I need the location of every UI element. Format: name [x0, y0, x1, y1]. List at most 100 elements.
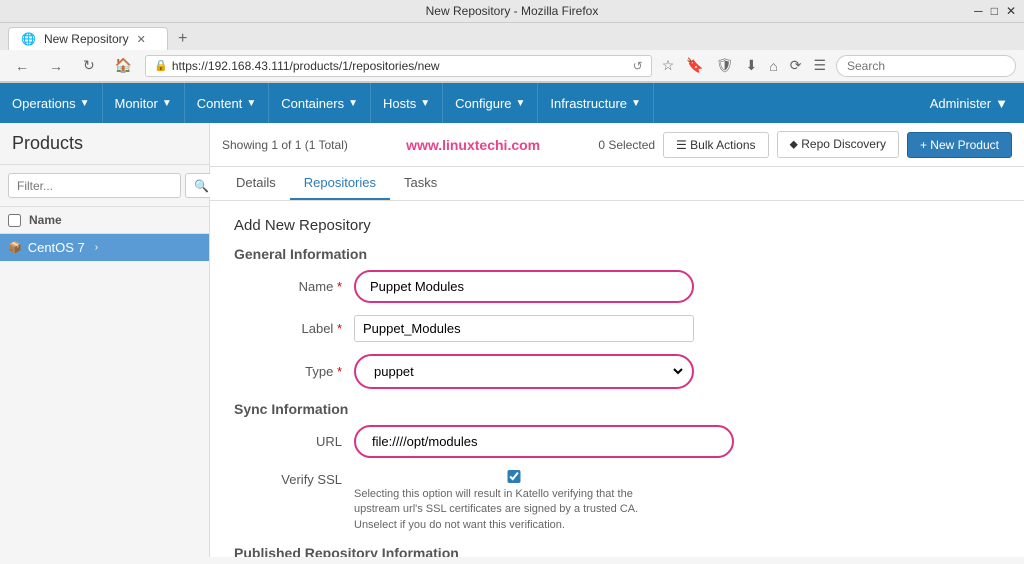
product-list-item[interactable]: 📦 CentOS 7 ›	[0, 234, 209, 261]
nav-item-operations[interactable]: Operations ▼	[0, 83, 103, 123]
add-repo-title: Add New Repository	[234, 217, 1000, 234]
minimize-btn[interactable]: ─	[974, 4, 983, 18]
caret-hosts: ▼	[420, 98, 430, 109]
repo-discovery-button[interactable]: ⬥ Repo Discovery	[777, 131, 899, 158]
repo-discovery-label: Repo Discovery	[801, 137, 886, 151]
selected-count: 0 Selected	[598, 138, 655, 152]
type-select[interactable]: yum puppet docker ostree file	[362, 358, 686, 385]
url-bar-container: 🔒 ↺	[145, 55, 652, 77]
tab-tasks[interactable]: Tasks	[390, 167, 451, 200]
browser-tab[interactable]: 🌐 New Repository ✕	[8, 27, 168, 50]
url-input[interactable]	[364, 429, 704, 454]
verify-ssl-row: Verify SSL Selecting this option will re…	[234, 470, 1000, 533]
nav-item-administer[interactable]: Administer ▼	[914, 96, 1024, 111]
caret-content: ▼	[246, 98, 256, 109]
nav-label-containers: Containers	[281, 96, 344, 111]
app-nav-left: Operations ▼ Monitor ▼ Content ▼ Contain…	[0, 83, 654, 123]
verify-ssl-checkbox[interactable]	[354, 470, 674, 483]
nav-item-content[interactable]: Content ▼	[185, 83, 269, 123]
home-button[interactable]: 🏠	[108, 54, 139, 77]
form-area: Add New Repository General Information N…	[210, 201, 1024, 557]
bookmark-star-icon[interactable]: ☆	[658, 55, 679, 76]
name-form-group: Name	[234, 270, 1000, 303]
url-bar[interactable]	[172, 59, 629, 73]
bulk-actions-button[interactable]: ☰ Bulk Actions	[663, 132, 768, 158]
main-layout: Products 🔍 Search ▼ Name 📦 CentOS 7 › Sh…	[0, 123, 1024, 557]
reload-icon[interactable]: ↺	[633, 59, 643, 73]
shield-icon[interactable]: 🛡	[712, 55, 738, 76]
nav-bar: ← → ↻ 🏠 🔒 ↺ ☆ 🔖 🛡 ⬇ ⌂ ⟳ ☰	[0, 50, 1024, 82]
name-label: Name	[234, 279, 354, 294]
products-title: Products	[0, 123, 209, 165]
select-all-checkbox[interactable]	[8, 214, 21, 227]
product-list-header: Name	[0, 207, 209, 234]
caret-infrastructure: ▼	[631, 98, 641, 109]
nav-label-administer: Administer	[930, 96, 991, 111]
nav-item-configure[interactable]: Configure ▼	[443, 83, 538, 123]
showing-text: Showing 1 of 1 (1 Total)	[222, 138, 348, 152]
label-label: Label	[234, 321, 354, 336]
published-section-title: Published Repository Information	[234, 545, 1000, 557]
nav-label-content: Content	[197, 96, 243, 111]
tab-bar: 🌐 New Repository ✕ +	[0, 23, 1024, 50]
tab-details[interactable]: Details	[222, 167, 290, 200]
maximize-btn[interactable]: □	[991, 4, 998, 18]
new-product-label: + New Product	[920, 138, 999, 152]
sync-section-title: Sync Information	[234, 401, 1000, 417]
nav-item-infrastructure[interactable]: Infrastructure ▼	[538, 83, 654, 123]
tab-details-label: Details	[236, 175, 276, 190]
close-btn[interactable]: ✕	[1006, 4, 1016, 18]
home-nav-icon[interactable]: ⌂	[765, 56, 781, 76]
product-item-name: CentOS 7	[28, 240, 85, 255]
verify-ssl-content: Selecting this option will result in Kat…	[354, 470, 674, 533]
col-name-header: Name	[29, 213, 62, 227]
app-nav: Operations ▼ Monitor ▼ Content ▼ Contain…	[0, 83, 1024, 123]
tab-repositories[interactable]: Repositories	[290, 167, 390, 200]
content-area: Showing 1 of 1 (1 Total) www.linuxtechi.…	[210, 123, 1024, 557]
tab-tasks-label: Tasks	[404, 175, 437, 190]
url-label: URL	[234, 434, 354, 449]
browser-search-input[interactable]	[836, 55, 1016, 77]
top-bar: Showing 1 of 1 (1 Total) www.linuxtechi.…	[210, 123, 1024, 167]
nav-item-hosts[interactable]: Hosts ▼	[371, 83, 443, 123]
tab-close-icon[interactable]: ✕	[137, 33, 146, 46]
product-item-icon: 📦	[8, 241, 22, 254]
new-tab-button[interactable]: +	[172, 28, 193, 50]
nav-label-hosts: Hosts	[383, 96, 416, 111]
list-icon: ☰	[676, 138, 690, 152]
nav-icons: ☆ 🔖 🛡 ⬇ ⌂ ⟳ ☰	[658, 55, 830, 76]
new-product-button[interactable]: + New Product	[907, 132, 1012, 158]
verify-ssl-label: Verify SSL	[234, 470, 354, 487]
caret-configure: ▼	[516, 98, 526, 109]
caret-monitor: ▼	[162, 98, 172, 109]
tabs: Details Repositories Tasks	[210, 167, 1024, 201]
bookmark-icon[interactable]: 🔖	[682, 55, 707, 76]
type-label: Type	[234, 364, 354, 379]
menu-icon[interactable]: ☰	[809, 55, 830, 76]
search-repo-icon: ⬥	[790, 137, 802, 151]
title-bar: New Repository - Mozilla Firefox ─ □ ✕	[0, 0, 1024, 23]
filter-input[interactable]	[8, 173, 181, 198]
refresh-button[interactable]: ↻	[76, 54, 102, 77]
nav-label-configure: Configure	[455, 96, 511, 111]
forward-button[interactable]: →	[42, 55, 70, 77]
products-section: Products 🔍 Search ▼ Name 📦 CentOS 7 ›	[0, 123, 210, 557]
general-section-title: General Information	[234, 246, 1000, 262]
back-button[interactable]: ←	[8, 55, 36, 77]
top-bar-right: 0 Selected ☰ Bulk Actions ⬥ Repo Discove…	[598, 131, 1012, 158]
nav-label-monitor: Monitor	[115, 96, 158, 111]
nav-label-operations: Operations	[12, 96, 76, 111]
download-icon[interactable]: ⬇	[742, 55, 762, 76]
search-icon: 🔍	[194, 179, 209, 193]
nav-label-infrastructure: Infrastructure	[550, 96, 627, 111]
name-input[interactable]	[362, 274, 686, 299]
label-input[interactable]	[354, 315, 694, 342]
refresh-nav-icon[interactable]: ⟳	[786, 55, 806, 76]
browser-chrome: New Repository - Mozilla Firefox ─ □ ✕ 🌐…	[0, 0, 1024, 83]
product-item-caret: ›	[95, 242, 98, 253]
nav-item-containers[interactable]: Containers ▼	[269, 83, 371, 123]
watermark: www.linuxtechi.com	[406, 137, 540, 153]
nav-item-monitor[interactable]: Monitor ▼	[103, 83, 185, 123]
bulk-actions-label: Bulk Actions	[690, 138, 755, 152]
lock-icon: 🔒	[154, 59, 168, 72]
